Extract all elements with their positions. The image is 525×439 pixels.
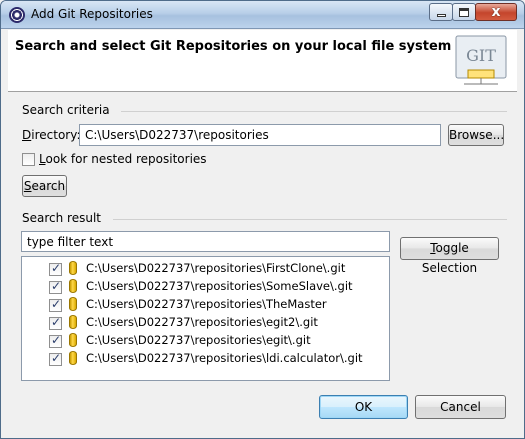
- repository-path: C:\Users\D022737\repositories\egit2\.git: [86, 315, 318, 329]
- list-item[interactable]: C:\Users\D022737\repositories\egit2\.git: [22, 314, 389, 332]
- repository-checkbox[interactable]: [49, 333, 62, 348]
- repository-checkbox[interactable]: [49, 315, 62, 330]
- repository-list[interactable]: C:\Users\D022737\repositories\FirstClone…: [21, 256, 390, 381]
- search-label-rest: earch: [31, 179, 66, 193]
- result-divider: [113, 219, 507, 220]
- repository-path: C:\Users\D022737\repositories\egit\.git: [86, 333, 311, 347]
- window-title: Add Git Repositories: [31, 7, 153, 21]
- page-title: Search and select Git Repositories on yo…: [15, 39, 452, 54]
- list-item[interactable]: C:\Users\D022737\repositories\SomeSlave\…: [22, 278, 389, 296]
- eclipse-icon: [9, 7, 25, 23]
- close-button[interactable]: x: [475, 3, 517, 21]
- repository-checkbox[interactable]: [49, 279, 62, 294]
- close-icon: x: [491, 4, 501, 20]
- repository-path: C:\Users\D022737\repositories\ldi.calcul…: [86, 351, 363, 365]
- dialog-window: Add Git Repositories x Search and select…: [0, 0, 525, 439]
- maximize-button[interactable]: [452, 3, 476, 21]
- repository-icon: [69, 351, 77, 365]
- search-button[interactable]: Search: [22, 175, 67, 197]
- repository-icon: [69, 333, 77, 347]
- search-result-label: Search result: [22, 211, 101, 225]
- search-mnemonic: S: [23, 179, 32, 193]
- repository-path: C:\Users\D022737\repositories\FirstClone…: [86, 261, 346, 275]
- list-item[interactable]: C:\Users\D022737\repositories\TheMaster: [22, 296, 389, 314]
- list-item[interactable]: C:\Users\D022737\repositories\FirstClone…: [22, 260, 389, 278]
- repository-checkbox[interactable]: [49, 351, 62, 366]
- minimize-button[interactable]: [429, 3, 453, 21]
- directory-label-rest: irectory:: [31, 128, 81, 142]
- directory-input[interactable]: C:\Users\D022737\repositories: [79, 124, 441, 146]
- list-item[interactable]: C:\Users\D022737\repositories\ldi.calcul…: [22, 350, 389, 368]
- criteria-divider: [121, 111, 507, 112]
- repository-checkbox[interactable]: [49, 297, 62, 312]
- cancel-button[interactable]: Cancel: [415, 395, 506, 419]
- filter-input[interactable]: type filter text: [21, 231, 390, 252]
- title-bar[interactable]: Add Git Repositories x: [1, 1, 524, 29]
- directory-label-mnemonic: D: [22, 128, 32, 142]
- repository-icon: [69, 315, 77, 329]
- repository-path: C:\Users\D022737\repositories\TheMaster: [86, 297, 327, 311]
- list-item[interactable]: C:\Users\D022737\repositories\egit\.git: [22, 332, 389, 350]
- repository-icon: [69, 297, 77, 311]
- repository-icon: [69, 279, 77, 293]
- repository-checkbox[interactable]: [49, 261, 62, 276]
- browse-button[interactable]: Browse...: [448, 124, 504, 146]
- nested-repositories-label: Look for nested repositories: [39, 152, 207, 166]
- repository-icon: [69, 261, 77, 275]
- toggle-selection-button[interactable]: Toggle Selection: [400, 237, 499, 275]
- header-banner: Search and select Git Repositories on yo…: [8, 30, 517, 92]
- svg-text:GIT: GIT: [466, 46, 496, 65]
- repository-path: C:\Users\D022737\repositories\SomeSlave\…: [86, 279, 353, 293]
- maximize-icon: [459, 7, 469, 17]
- directory-label: Directory:: [22, 128, 81, 142]
- search-criteria-label: Search criteria: [22, 103, 110, 117]
- nested-label-rest: ook for nested repositories: [45, 152, 207, 166]
- ok-button[interactable]: OK: [319, 395, 408, 419]
- git-logo-icon: GIT: [455, 35, 507, 85]
- nested-repositories-checkbox[interactable]: [22, 153, 35, 166]
- minimize-icon: [436, 14, 446, 17]
